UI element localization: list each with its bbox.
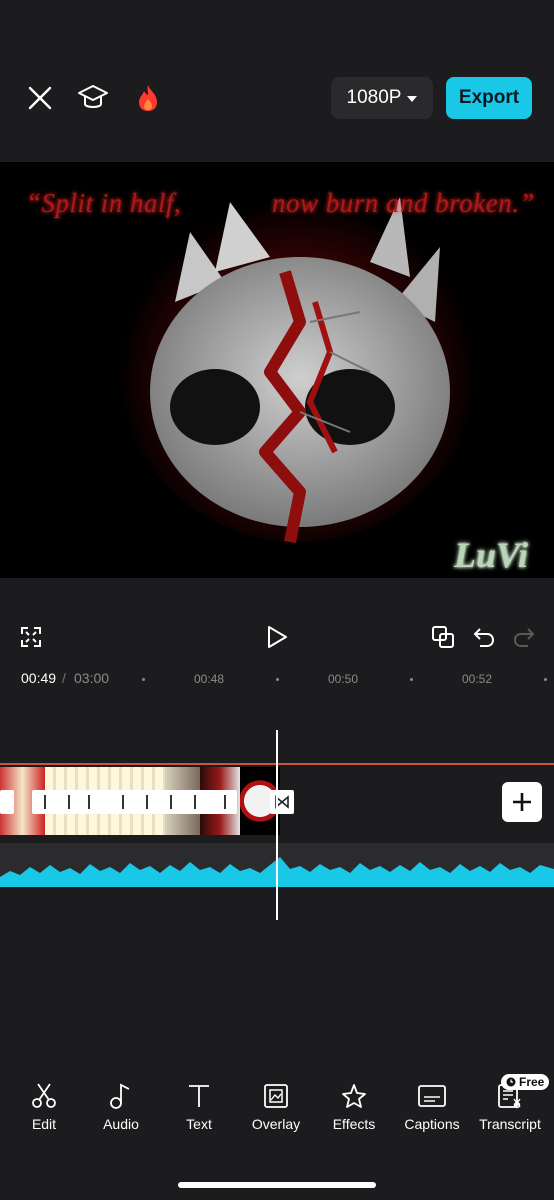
quote-right-text: now burn and broken.” [272,188,536,218]
ruler-tick: 00:52 [462,672,493,686]
toolbar-overlay[interactable]: Overlay [237,1082,315,1132]
segment-mark [122,795,124,809]
segment-mark [146,795,148,809]
segment-mark [44,795,46,809]
ruler-dot [544,678,547,681]
undo-icon[interactable] [469,622,499,652]
toolbar-label: Text [186,1116,212,1132]
toolbar-effects[interactable]: Effects [315,1082,393,1132]
free-badge-label: Free [519,1075,545,1089]
playhead[interactable] [276,730,278,920]
toolbar-label: Edit [31,1116,57,1132]
toolbar-label: Transcript [479,1116,541,1132]
add-clip-button[interactable] [502,782,542,822]
clip-segment-strip[interactable] [32,790,237,814]
total-time: 03:00 [74,670,110,686]
overlay-icon [264,1084,288,1108]
toolbar-label: Captions [404,1116,460,1132]
flame-icon[interactable] [130,80,166,116]
ruler-tick: 00:48 [194,672,225,686]
caret-down-icon [407,96,418,102]
toolbar-label: Audio [103,1116,139,1132]
segment-mark [170,795,172,809]
quote-left-text: “Split in half, [26,188,182,218]
time-separator: / [62,670,66,686]
toolbar-audio[interactable]: Audio [82,1082,160,1132]
current-time: 00:49 [21,670,57,686]
ruler-dot [410,678,413,681]
preview-artwork [0,162,554,578]
tutorial-cap-icon[interactable] [75,80,111,116]
fullscreen-icon[interactable] [16,622,46,652]
video-preview[interactable] [0,162,554,578]
resolution-label: 1080P [346,87,402,108]
home-indicator[interactable] [178,1182,376,1188]
close-icon[interactable] [22,80,58,116]
keyframe-icon[interactable] [428,622,458,652]
music-note-icon [110,1083,130,1109]
toolbar-edit[interactable]: Edit [5,1082,83,1132]
ruler-tick: 00:50 [328,672,359,686]
plus-icon [513,793,531,811]
resolution-button[interactable]: 1080P [331,77,433,119]
segment-mark [224,795,226,809]
transition-chip[interactable] [0,790,14,814]
effects-star-icon [342,1084,366,1108]
play-icon[interactable] [262,622,292,652]
export-button[interactable]: Export [446,77,532,119]
ruler-dot [142,678,145,681]
toolbar-captions[interactable]: Captions [393,1082,471,1132]
captions-icon [418,1085,446,1107]
ruler-dot [276,678,279,681]
toolbar-label: Effects [332,1116,376,1132]
artist-signature: LuVi [454,535,529,575]
text-icon [189,1085,209,1107]
segment-mark [194,795,196,809]
segment-mark [88,795,90,809]
toolbar-label: Overlay [251,1116,301,1132]
free-badge: Free [501,1074,550,1090]
segment-mark [68,795,70,809]
scissors-icon [32,1083,56,1108]
clock-icon [506,1077,516,1087]
transition-icon[interactable] [270,790,294,814]
redo-icon[interactable] [509,622,539,652]
toolbar-text[interactable]: Text [160,1082,238,1132]
